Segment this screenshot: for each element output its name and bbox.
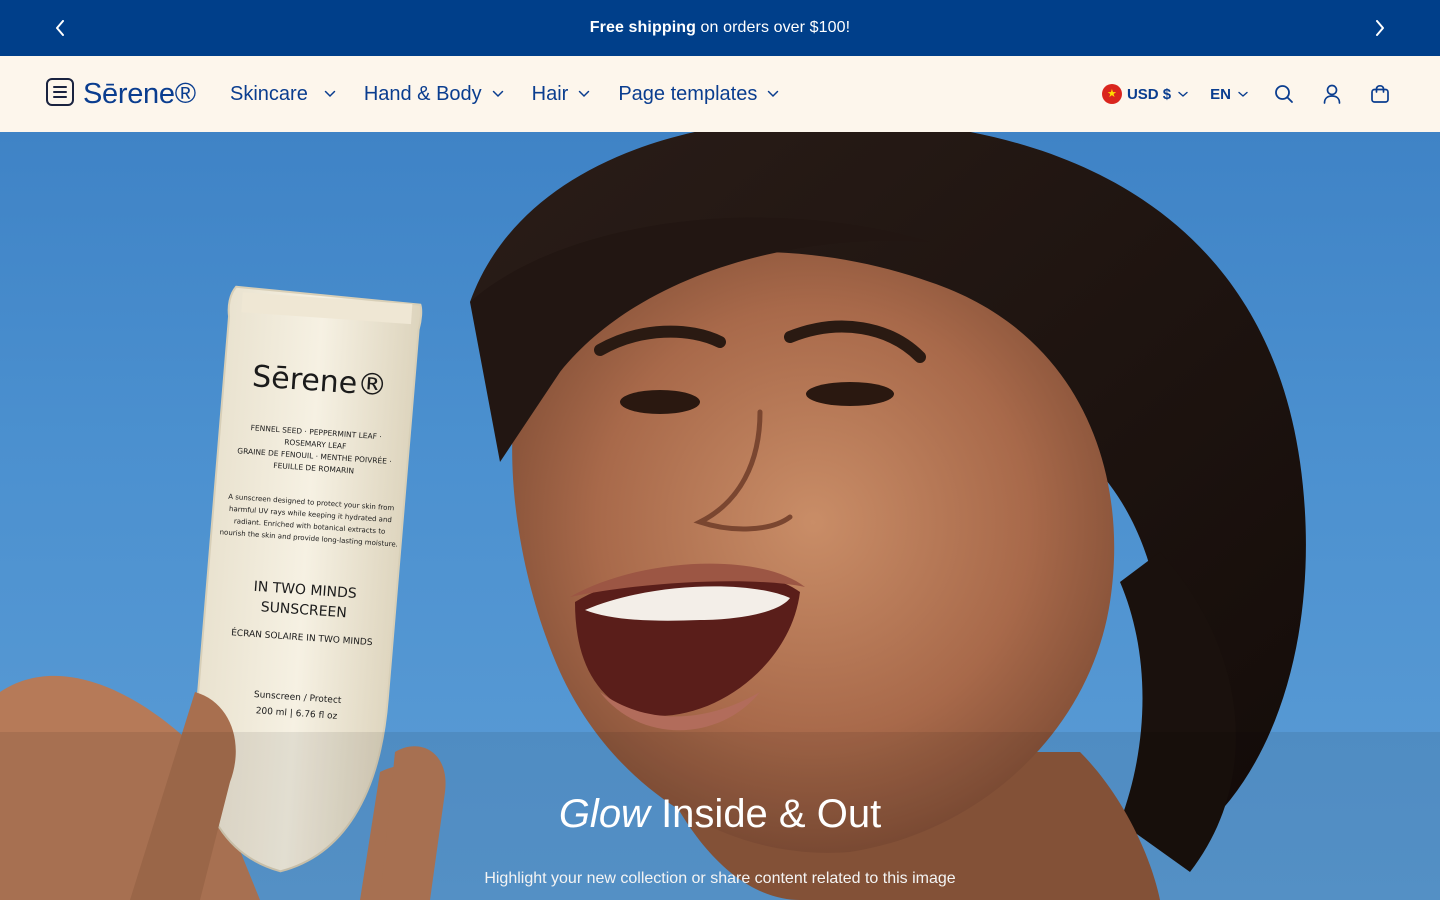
previous-announcement-button[interactable]	[48, 16, 72, 40]
vietnam-flag-icon: ★	[1101, 84, 1122, 104]
hamburger-icon	[53, 86, 67, 98]
chevron-down-icon	[1238, 91, 1248, 98]
hero-title-rest: Inside & Out	[649, 792, 882, 836]
hero-banner[interactable]: Sērene® FENNEL SEED · PEPPERMINT LEAF · …	[0, 132, 1440, 900]
nav-skincare[interactable]: Skincare	[230, 83, 336, 106]
announcement-text[interactable]: Free shipping on orders over $100!	[590, 19, 850, 37]
chevron-left-icon	[56, 20, 64, 36]
cart-button[interactable]	[1368, 82, 1392, 106]
search-icon	[1275, 85, 1293, 103]
announcement-rest: on orders over $100!	[696, 19, 851, 36]
chevron-down-icon	[1178, 91, 1188, 98]
announcement-bar: Free shipping on orders over $100!	[0, 0, 1440, 56]
nav-hand-body-label: Hand & Body	[363, 82, 482, 105]
chevron-down-icon	[767, 90, 779, 98]
site-header: Sērene® Skincare Hand & Body Hair Page t…	[0, 56, 1440, 132]
nav-hair-label: Hair	[531, 82, 569, 105]
hero-title-italic: Glow	[558, 792, 650, 836]
shopping-bag-icon	[1371, 84, 1389, 103]
nav-hand-body[interactable]: Hand & Body	[364, 83, 504, 106]
hero-subtitle: Highlight your new collection or share c…	[484, 870, 956, 887]
nav-skincare-label: Skincare	[230, 82, 308, 105]
currency-label: USD $	[1126, 85, 1172, 103]
chevron-down-icon	[324, 90, 336, 98]
next-announcement-button[interactable]	[1368, 16, 1392, 40]
nav-page-templates-label: Page templates	[618, 82, 758, 105]
language-selector[interactable]: EN	[1210, 86, 1248, 103]
site-logo[interactable]: Sērene®	[83, 74, 196, 114]
chevron-down-icon	[492, 90, 504, 98]
user-icon	[1323, 84, 1341, 104]
header-utilities: ★ USD $ EN	[1101, 56, 1392, 132]
menu-button[interactable]	[46, 78, 74, 106]
nav-page-templates[interactable]: Page templates	[618, 83, 779, 106]
main-nav: Skincare Hand & Body Hair Page templates	[230, 56, 807, 132]
chevron-down-icon	[578, 90, 590, 98]
nav-hair[interactable]: Hair	[532, 83, 591, 106]
language-label: EN	[1210, 85, 1231, 103]
currency-selector[interactable]: ★ USD $	[1101, 84, 1188, 104]
chevron-right-icon	[1376, 20, 1384, 36]
hero-image: Sērene® FENNEL SEED · PEPPERMINT LEAF · …	[0, 132, 1440, 900]
account-button[interactable]	[1320, 82, 1344, 106]
announcement-bold: Free shipping	[589, 19, 696, 36]
hero-title: Glow Inside & Out	[0, 790, 1440, 838]
search-button[interactable]	[1272, 82, 1296, 106]
